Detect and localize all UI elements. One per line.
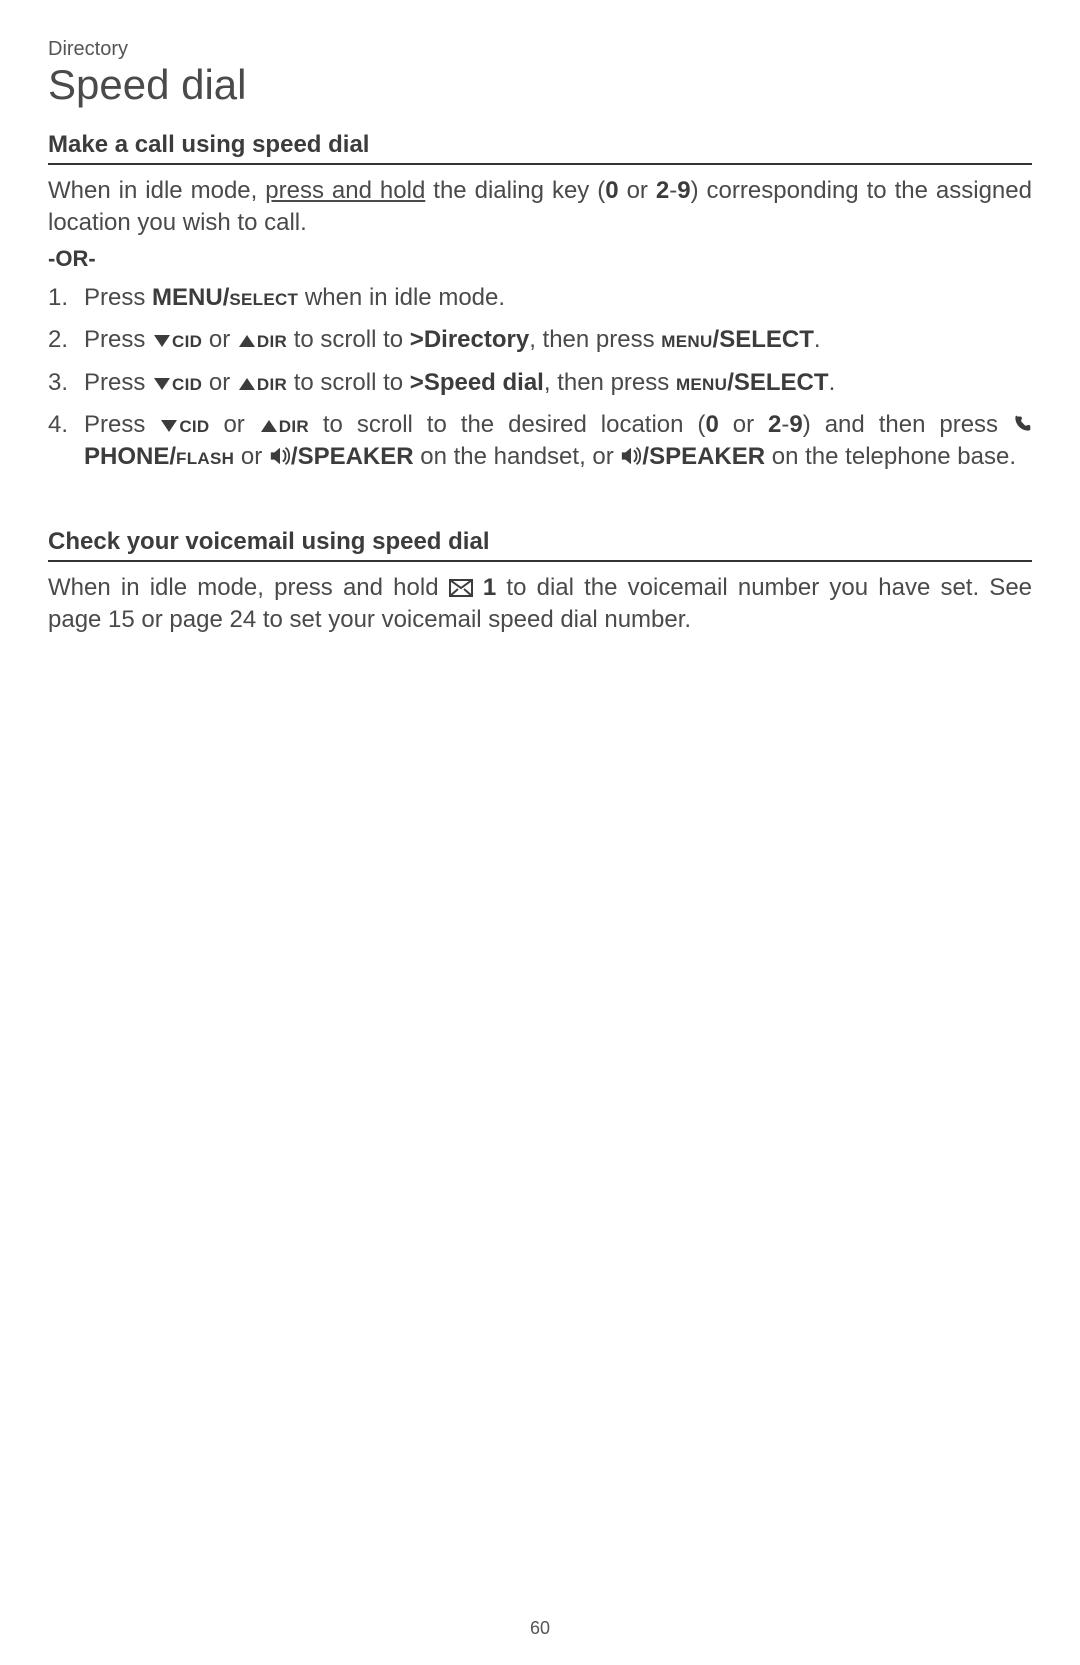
text: on the telephone base. (765, 443, 1016, 470)
triangle-up-icon (237, 376, 257, 392)
breadcrumb: Directory (48, 38, 1032, 61)
text: or (202, 369, 237, 396)
text: , then press (529, 326, 661, 353)
mail-icon (449, 579, 473, 597)
triangle-up-icon (259, 418, 279, 434)
text: or (719, 411, 768, 438)
page-title: Speed dial (48, 63, 1032, 107)
manual-page: Directory Speed dial Make a call using s… (0, 0, 1080, 1665)
phone-icon (1012, 414, 1032, 434)
text: the dialing key ( (425, 177, 605, 204)
section-heading-voicemail: Check your voicemail using speed dial (48, 528, 1032, 562)
text: Press (84, 369, 152, 396)
speaker-label: /SPEAKER (642, 443, 765, 470)
triangle-up-icon (237, 333, 257, 349)
text: , then press (544, 369, 676, 396)
step-3: Press cid or dir to scroll to >Speed dia… (84, 367, 1032, 399)
text-underline: press and hold (265, 177, 425, 204)
step-2: Press cid or dir to scroll to >Directory… (84, 324, 1032, 356)
key-2: 2 (656, 177, 669, 204)
triangle-down-icon (159, 418, 179, 434)
key-9: 9 (677, 177, 690, 204)
text: to scroll to (287, 326, 410, 353)
text: . (814, 326, 821, 353)
section-heading-make-call: Make a call using speed dial (48, 131, 1032, 165)
text: Press (84, 326, 152, 353)
speaker-icon (269, 446, 291, 466)
triangle-down-icon (152, 376, 172, 392)
menu-target-speed-dial: >Speed dial (410, 369, 544, 396)
key-1: 1 (483, 574, 496, 601)
key-0: 0 (705, 411, 718, 438)
speaker-label: /SPEAKER (291, 443, 414, 470)
key-2: 2 (768, 411, 781, 438)
voicemail-text: When in idle mode, press and hold 1 to d… (48, 572, 1032, 637)
step-1: Press MENU/select when in idle mode. (84, 282, 1032, 314)
page-number: 60 (0, 1618, 1080, 1639)
text: or (234, 443, 269, 470)
text: on the handset, or (414, 443, 621, 470)
text: . (829, 369, 836, 396)
cid-label: cid (172, 369, 202, 396)
text: or (619, 177, 656, 204)
text: Press (84, 284, 152, 311)
key-0: 0 (605, 177, 618, 204)
or-label: -OR- (48, 246, 1032, 272)
text: ) and then press (803, 411, 1012, 438)
make-call-steps: Press MENU/select when in idle mode. Pre… (48, 282, 1032, 474)
step-4: Press cid or dir to scroll to the desire… (84, 409, 1032, 474)
text: Press (84, 411, 159, 438)
text: When in idle mode, (48, 177, 265, 204)
triangle-down-icon (152, 333, 172, 349)
menu-select-label: menu/SELECT (661, 326, 814, 353)
cid-label: cid (179, 411, 209, 438)
menu-select-label: menu/SELECT (676, 369, 829, 396)
text: or (210, 411, 259, 438)
dir-label: dir (279, 411, 309, 438)
dir-label: dir (257, 326, 287, 353)
key-9: 9 (789, 411, 802, 438)
make-call-intro: When in idle mode, press and hold the di… (48, 175, 1032, 240)
cid-label: cid (172, 326, 202, 353)
text: when in idle mode. (298, 284, 505, 311)
text: to scroll to the desired location ( (309, 411, 706, 438)
phone-flash-label: PHONE/flash (84, 443, 234, 470)
menu-select-label: MENU/select (152, 284, 298, 311)
dir-label: dir (257, 369, 287, 396)
text: to scroll to (287, 369, 410, 396)
speaker-icon (620, 446, 642, 466)
text: When in idle mode, press and hold (48, 574, 449, 601)
menu-target-directory: >Directory (410, 326, 529, 353)
text: or (202, 326, 237, 353)
